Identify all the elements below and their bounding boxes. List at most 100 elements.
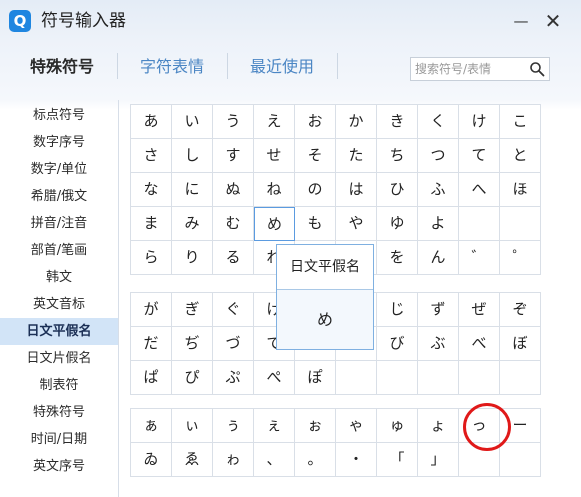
symbol-cell[interactable]: び [377,327,418,361]
symbol-cell[interactable]: う [213,105,254,139]
sidebar-item-japanese-katakana[interactable]: 日文片假名 [0,345,118,372]
symbol-cell[interactable]: に [172,173,213,207]
symbol-cell[interactable]: ほ [500,173,541,207]
symbol-cell[interactable]: 「 [377,443,418,477]
symbol-cell[interactable]: へ [459,173,500,207]
symbol-cell[interactable]: ・ [336,443,377,477]
tab-special-symbols[interactable]: 特殊符号 [16,45,108,89]
symbol-cell[interactable]: ぃ [172,409,213,443]
symbol-cell-small-tsu[interactable]: っ [459,409,500,443]
symbol-cell[interactable]: ぢ [172,327,213,361]
symbol-cell[interactable]: ゆ [377,207,418,241]
search-icon[interactable] [529,61,545,77]
symbol-cell[interactable]: お [295,105,336,139]
sidebar-item-special-symbols[interactable]: 特殊符号 [0,399,118,426]
symbol-cell[interactable]: ぇ [254,409,295,443]
symbol-cell[interactable]: ぁ [131,409,172,443]
symbol-cell[interactable]: ぼ [500,327,541,361]
symbol-cell[interactable]: ぱ [131,361,172,395]
symbol-cell[interactable]: だ [131,327,172,361]
symbol-cell-hovered[interactable]: め [254,207,295,241]
symbol-cell[interactable]: よ [418,207,459,241]
symbol-cell[interactable]: て [459,139,500,173]
sidebar-item-pinyin-zhuyin[interactable]: 拼音/注音 [0,210,118,237]
symbol-cell[interactable]: ぶ [418,327,459,361]
symbol-cell[interactable]: ぜ [459,293,500,327]
symbol-cell[interactable]: こ [500,105,541,139]
symbol-cell[interactable]: き [377,105,418,139]
sidebar-item-greek-russian[interactable]: 希腊/俄文 [0,183,118,210]
symbol-cell[interactable]: ち [377,139,418,173]
sidebar-item-time-date[interactable]: 时间/日期 [0,426,118,453]
symbol-cell[interactable]: く [418,105,459,139]
sidebar-item-punctuation[interactable]: 标点符号 [0,102,118,129]
symbol-cell[interactable]: づ [213,327,254,361]
symbol-cell[interactable]: ひ [377,173,418,207]
symbol-cell[interactable]: せ [254,139,295,173]
symbol-cell[interactable]: な [131,173,172,207]
symbol-cell[interactable]: つ [418,139,459,173]
minimize-button[interactable]: — [508,8,534,34]
symbol-cell[interactable]: さ [131,139,172,173]
symbol-cell[interactable]: る [213,241,254,275]
sidebar-item-box-drawing[interactable]: 制表符 [0,372,118,399]
symbol-cell[interactable]: ゅ [377,409,418,443]
symbol-cell[interactable]: か [336,105,377,139]
symbol-cell[interactable]: ぷ [213,361,254,395]
symbol-cell[interactable]: や [336,207,377,241]
symbol-cell[interactable]: は [336,173,377,207]
symbol-cell[interactable]: 。 [295,443,336,477]
symbol-cell[interactable]: の [295,173,336,207]
symbol-cell[interactable]: た [336,139,377,173]
symbol-cell[interactable]: み [172,207,213,241]
sidebar-item-numbers-units[interactable]: 数字/单位 [0,156,118,183]
symbol-cell[interactable]: ょ [418,409,459,443]
symbol-cell[interactable]: 」 [418,443,459,477]
symbol-cell[interactable]: ぽ [295,361,336,395]
symbol-cell[interactable]: ゐ [131,443,172,477]
symbol-cell[interactable]: ゜ [500,241,541,275]
sidebar-item-number-sequence[interactable]: 数字序号 [0,129,118,156]
symbol-cell[interactable]: ゃ [336,409,377,443]
symbol-cell[interactable]: ぎ [172,293,213,327]
symbol-cell[interactable]: ま [131,207,172,241]
symbol-cell[interactable]: ー [500,409,541,443]
tab-character-emoticons[interactable]: 字符表情 [126,45,218,89]
symbol-cell[interactable]: そ [295,139,336,173]
symbol-cell[interactable]: べ [459,327,500,361]
symbol-cell[interactable]: す [213,139,254,173]
sidebar-item-korean[interactable]: 韩文 [0,264,118,291]
symbol-cell[interactable]: ゎ [213,443,254,477]
symbol-cell[interactable]: え [254,105,295,139]
symbol-cell[interactable]: け [459,105,500,139]
symbol-cell[interactable]: が [131,293,172,327]
sidebar-item-japanese-hiragana[interactable]: 日文平假名 [0,318,118,345]
symbol-cell[interactable]: ぉ [295,409,336,443]
symbol-cell[interactable]: し [172,139,213,173]
symbol-cell[interactable]: ぐ [213,293,254,327]
symbol-cell[interactable]: も [295,207,336,241]
symbol-cell[interactable]: ぞ [500,293,541,327]
sidebar-item-english-ordinals[interactable]: 英文序号 [0,453,118,480]
symbol-cell[interactable]: ず [418,293,459,327]
symbol-cell[interactable]: あ [131,105,172,139]
symbol-cell[interactable]: い [172,105,213,139]
symbol-cell[interactable]: ん [418,241,459,275]
symbol-cell[interactable]: ね [254,173,295,207]
symbol-cell[interactable]: ぺ [254,361,295,395]
search-input[interactable] [415,60,521,78]
sidebar-item-english-phonetics[interactable]: 英文音标 [0,291,118,318]
close-button[interactable]: ✕ [540,8,566,34]
tab-recently-used[interactable]: 最近使用 [236,45,328,89]
symbol-cell[interactable]: ら [131,241,172,275]
symbol-cell[interactable]: り [172,241,213,275]
symbol-cell[interactable]: ふ [418,173,459,207]
symbol-cell[interactable]: 、 [254,443,295,477]
sidebar-item-radicals-strokes[interactable]: 部首/笔画 [0,237,118,264]
symbol-cell[interactable]: を [377,241,418,275]
symbol-cell[interactable]: ゛ [459,241,500,275]
symbol-cell[interactable]: ぬ [213,173,254,207]
symbol-cell[interactable]: と [500,139,541,173]
symbol-cell[interactable]: む [213,207,254,241]
symbol-cell[interactable]: ゑ [172,443,213,477]
